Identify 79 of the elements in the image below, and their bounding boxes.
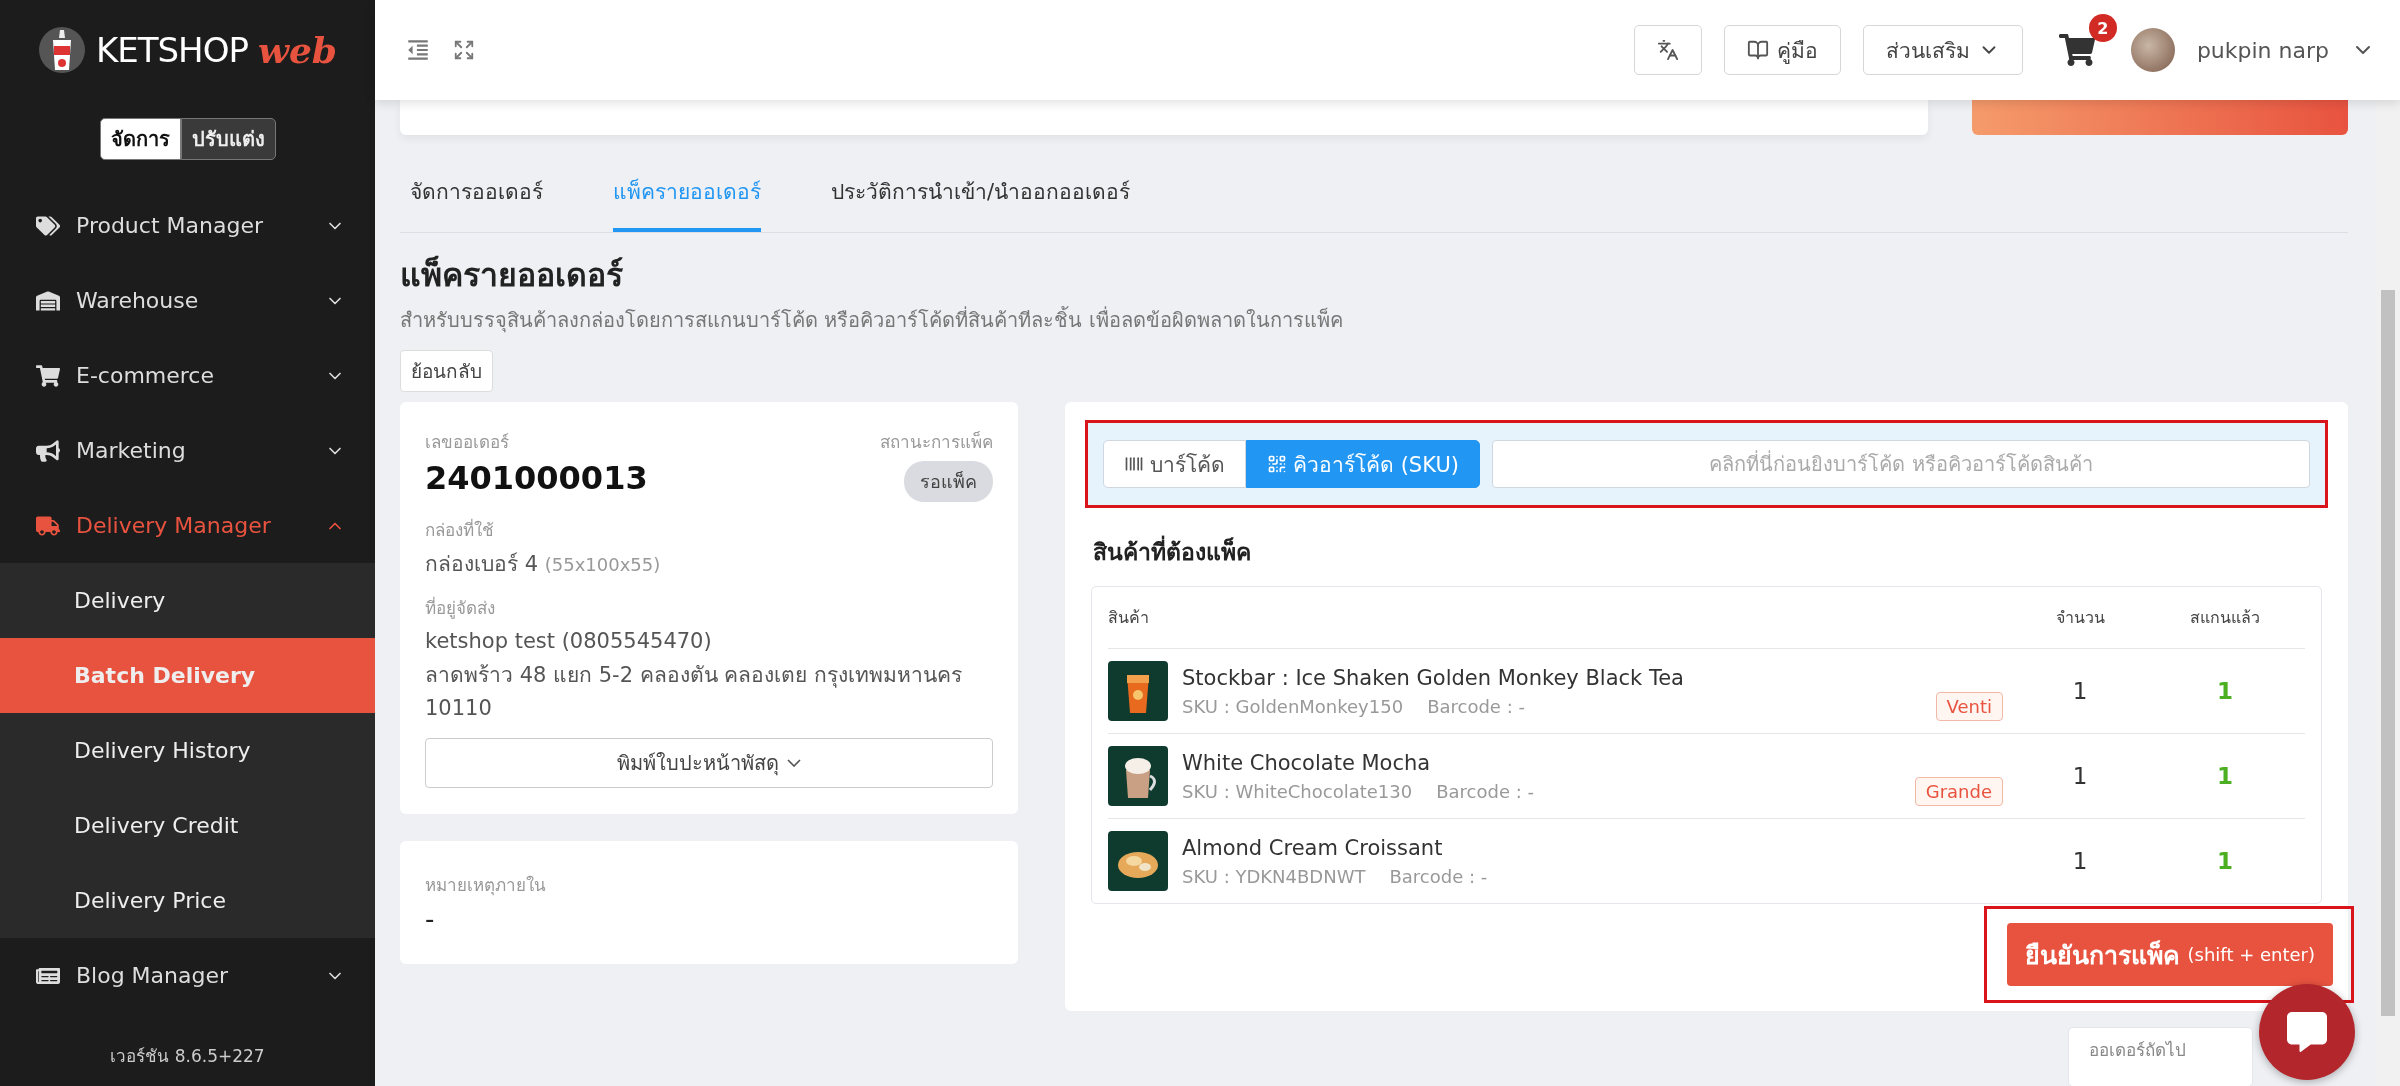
- barcode-icon: [1124, 454, 1144, 474]
- sidebar-item[interactable]: Blog Manager: [0, 938, 375, 1013]
- box-value: กล่องเบอร์ 4 (55x100x55): [425, 551, 662, 578]
- quantity-cell-text: 1: [2071, 763, 2089, 789]
- chevron-icon: [787, 758, 801, 767]
- scanned-cell-text: 1: [2216, 763, 2234, 789]
- avatar[interactable]: [2130, 28, 2175, 72]
- sidebar-item[interactable]: Product Manager: [0, 188, 375, 263]
- submenu-item[interactable]: Delivery Credit: [0, 788, 375, 863]
- product-name: White Chocolate Mocha: [1182, 750, 1432, 775]
- scan-field[interactable]: คลิกที่นี่ก่อนยิงบาร์โค้ด หรือคิวอาร์โค้ดสินค้า: [1491, 440, 2310, 488]
- field-label: ที่อยู่จัดส่ง: [425, 595, 496, 621]
- page-title: แพ็ครายออเดอร์: [400, 254, 624, 296]
- language-button[interactable]: [1633, 25, 1702, 75]
- submenu-item[interactable]: Delivery History: [0, 713, 375, 788]
- logo-text: web: [257, 29, 337, 71]
- field-label: เลขออเดอร์: [425, 431, 510, 454]
- chat-icon: [2287, 1012, 2327, 1052]
- mode-toggle[interactable]: จัดการ: [99, 118, 181, 160]
- product-name: Stockbar : Ice Shaken Golden Monkey Black Tea: [1182, 665, 1685, 690]
- order-number: 2401000013: [425, 459, 648, 497]
- sidebar-item[interactable]: E-commerce: [0, 338, 375, 413]
- logo-icon: [37, 26, 86, 74]
- version-text: เวอร์ชัน 8.6.5+227: [109, 1044, 266, 1068]
- field-label: กล่องที่ใช้: [425, 517, 495, 542]
- cart-badge: 2: [2088, 14, 2117, 42]
- book-icon: [1746, 39, 1769, 61]
- user-name[interactable]: pukpin narp: [2196, 37, 2329, 63]
- field-label: สถานะการแพ็ค: [880, 430, 993, 454]
- page-subtitle: สำหรับบรรจุสินค้าลงกล่องโดยการสแกนบาร์โค้ด หรือคิวอาร์โค้ดที่สินค้าทีละชิ้น เพื่อลดข้อผิดพลาดในการแพ็ค: [400, 305, 1344, 335]
- menu-icon: [36, 213, 60, 238]
- sku-text: SKU : WhiteChocolate130: [1182, 780, 1413, 802]
- tab[interactable]: ประวัติการนำเข้า/นำออกออเดอร์: [831, 157, 1131, 232]
- fullscreen-icon[interactable]: [453, 39, 475, 61]
- tab[interactable]: จัดการออเดอร์: [410, 157, 543, 232]
- confirm-pack-button[interactable]: ยืนยันการแพ็ค (shift + enter): [2006, 923, 2333, 986]
- field-label: หมายเหตุภายใน: [425, 873, 547, 898]
- addons-dropdown[interactable]: ส่วนเสริม: [1862, 25, 2023, 75]
- sku-text: SKU : YDKN4BDNWT: [1182, 865, 1366, 887]
- qr-code-icon: [1267, 454, 1287, 474]
- address-text: ลาดพร้าว 48 แยก 5-2 คลองตัน คลองเตย กรุงเทพมหานคร 10110: [425, 661, 964, 723]
- variant-tag: Grande: [1914, 777, 2003, 806]
- column-header: จำนวน: [2054, 607, 2106, 629]
- sidebar-item[interactable]: Delivery Manager: [0, 488, 375, 563]
- scanned-cell-text: 1: [2216, 848, 2234, 874]
- column-header: สินค้า: [1108, 607, 1150, 629]
- sidebar-item[interactable]: Warehouse: [0, 263, 375, 338]
- mode-toggle[interactable]: ปรับแต่ง: [180, 118, 276, 160]
- print-label-dropdown[interactable]: พิมพ์ใบปะหน้าพัสดุ: [425, 737, 993, 788]
- next-order-card[interactable]: ออเดอร์ถัดไป: [2068, 1027, 2253, 1086]
- chat-button[interactable]: [2259, 984, 2355, 1080]
- product-name: Almond Cream Croissant: [1182, 835, 1444, 860]
- sku-text: SKU : GoldenMonkey150: [1182, 695, 1404, 717]
- quantity-cell-text: 1: [2071, 678, 2089, 704]
- submenu-item[interactable]: Delivery Price: [0, 863, 375, 938]
- guide-button[interactable]: คู่มือ: [1723, 25, 1841, 75]
- recipient-text: ketshop test (0805545470): [425, 628, 713, 655]
- menu-icon: [36, 513, 60, 538]
- scan-mode-toggle[interactable]: บาร์โค้ด: [1103, 440, 1246, 488]
- submenu-item[interactable]: Delivery: [0, 563, 375, 638]
- barcode-text: Barcode : -: [1427, 695, 1525, 717]
- translate-icon: [1656, 39, 1679, 61]
- menu-icon: [36, 438, 60, 463]
- barcode-text: Barcode : -: [1389, 865, 1488, 887]
- menu-icon: [36, 363, 60, 388]
- column-header: สแกนแล้ว: [2189, 607, 2261, 629]
- note-value: -: [425, 903, 436, 934]
- cart-icon[interactable]: [2058, 32, 2095, 68]
- collapse-icon[interactable]: [405, 37, 431, 63]
- sidebar-item[interactable]: Marketing: [0, 413, 375, 488]
- menu-icon: [36, 288, 60, 313]
- variant-tag: Venti: [1935, 692, 2003, 721]
- scanned-cell-text: 1: [2216, 678, 2234, 704]
- barcode-text: Barcode : -: [1436, 780, 1534, 802]
- back-button[interactable]: ย้อนกลับ: [400, 350, 493, 392]
- logo-text: KETSHOP: [95, 30, 248, 70]
- status-badge: รอแพ็ค: [904, 461, 993, 502]
- quantity-cell-text: 1: [2071, 848, 2089, 874]
- section-title: สินค้าที่ต้องแพ็ค: [1093, 534, 2328, 570]
